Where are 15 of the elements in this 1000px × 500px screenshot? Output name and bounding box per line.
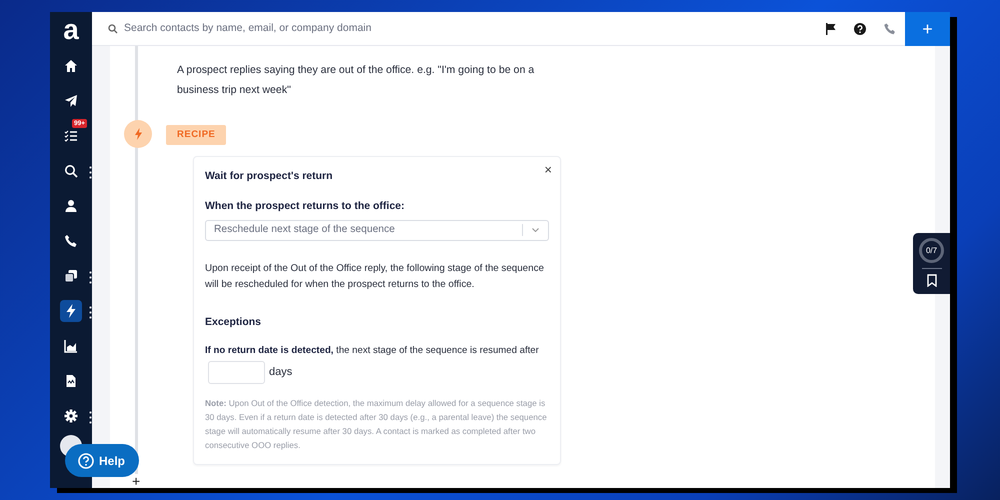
card-title: Wait for prospect's return bbox=[205, 169, 334, 184]
note-text: Note: Upon Out of the Office detection, the maximum delay allowed for a sequence stage is 30 days. Even if a return date is detected after 30 days (e.g., a parental leave) the sequence stage will automatically resume after 30 days. A contact is marked as completed after two consecutive OOO replies. bbox=[205, 396, 548, 452]
select-label: When the prospect returns to the office: bbox=[205, 198, 406, 214]
trigger-description: A prospect replies saying they are out of the office. e.g. "I'm going to be on a business trip next week" bbox=[177, 63, 536, 98]
recipe-label: RECIPE bbox=[166, 125, 226, 146]
app-logo[interactable]: a bbox=[63, 12, 79, 48]
help-button[interactable]: Help bbox=[65, 444, 140, 477]
progress-count: 0/7 bbox=[926, 246, 938, 254]
exception-text: If no return date is detected, the next stage of the sequence is resumed after bbox=[205, 344, 540, 358]
days-unit: days bbox=[269, 364, 292, 380]
action-select[interactable]: Reschedule next stage of the sequence bbox=[205, 220, 549, 240]
info-text: Upon receipt of the Out of the Office reply, the following stage of the sequence will be rescheduled for when the prospect returns to the office. bbox=[205, 262, 545, 292]
close-button[interactable]: × bbox=[542, 160, 554, 180]
add-button[interactable]: + bbox=[905, 12, 950, 46]
exceptions-heading: Exceptions bbox=[205, 314, 262, 330]
